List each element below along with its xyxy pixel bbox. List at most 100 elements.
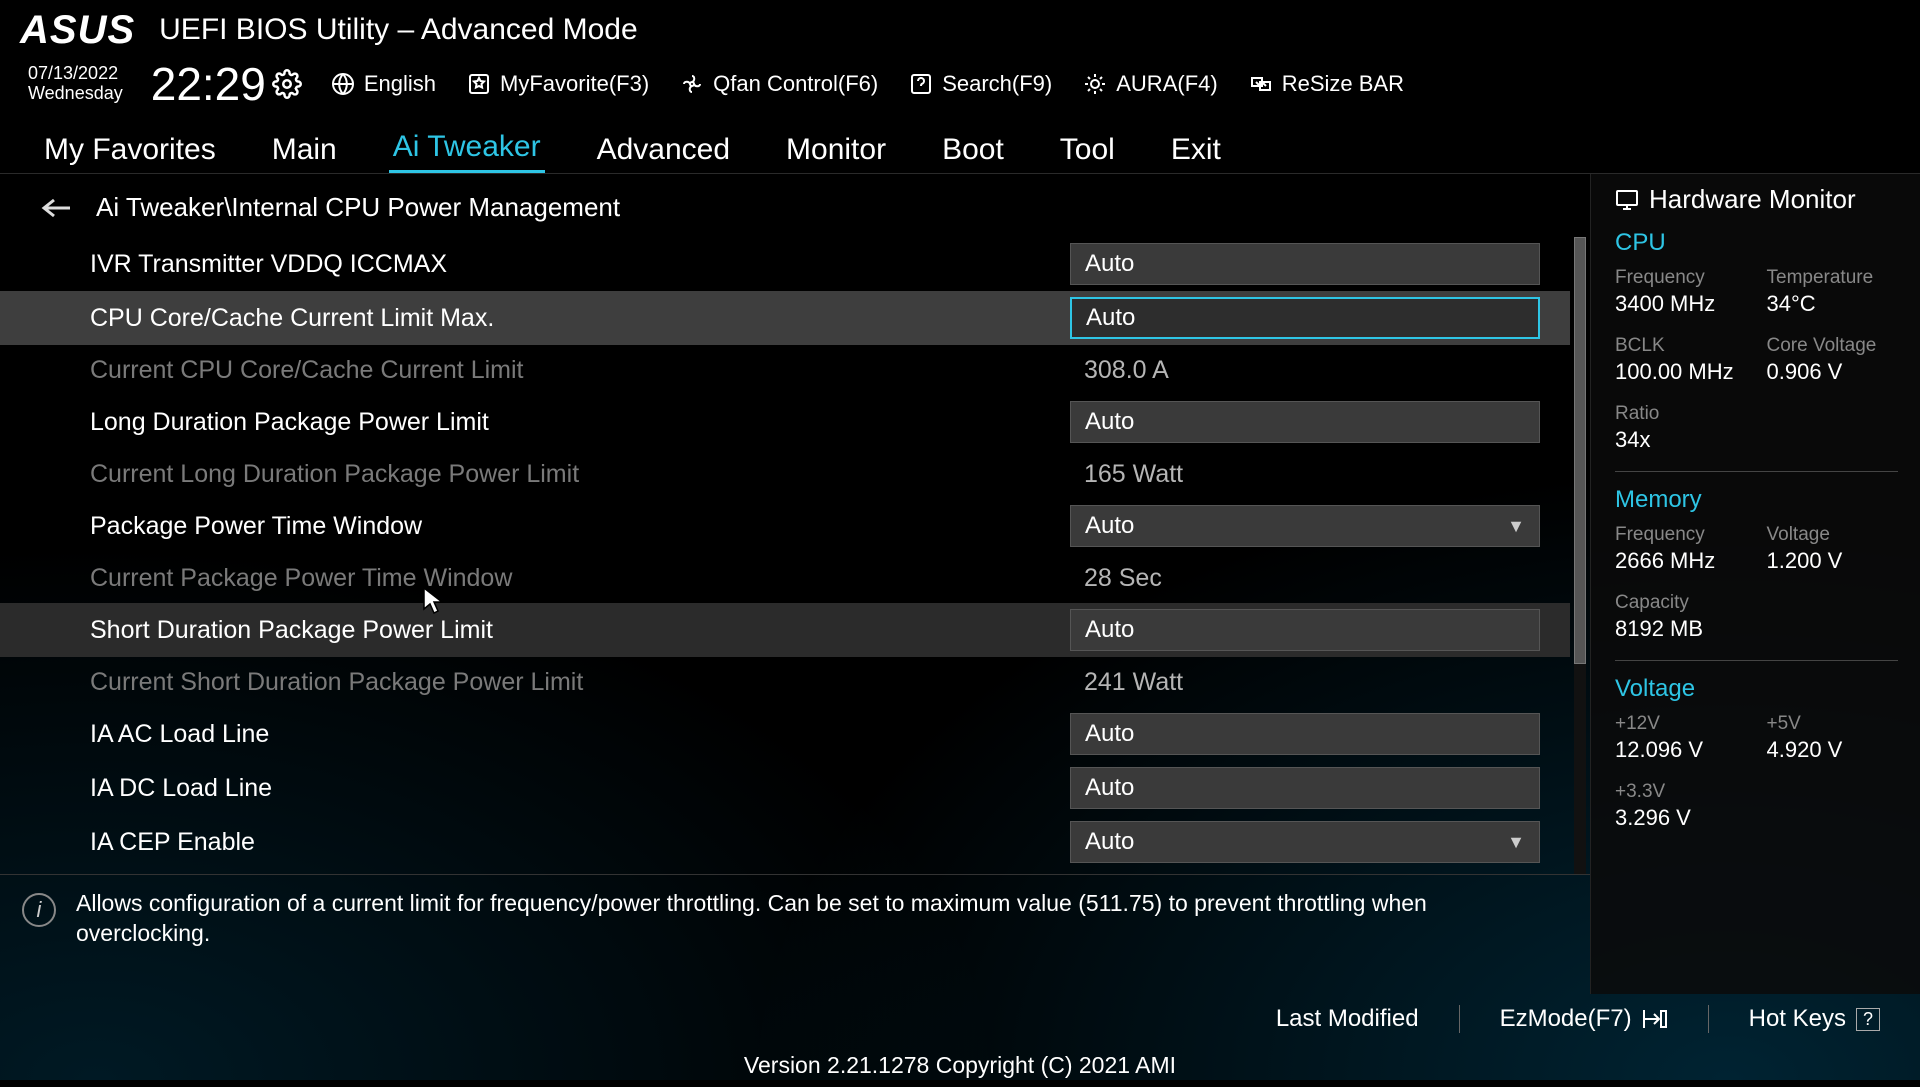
footer-divider xyxy=(1708,1005,1709,1033)
monitor-icon xyxy=(1615,189,1639,211)
header-bar: ASUS UEFI BIOS Utility – Advanced Mode xyxy=(0,0,1920,56)
chevron-down-icon: ▼ xyxy=(1507,832,1525,853)
tab-exit[interactable]: Exit xyxy=(1167,127,1225,173)
setting-row[interactable]: Short Duration Package Power LimitAuto xyxy=(0,603,1570,657)
statusbar-label: English xyxy=(364,71,436,97)
hw-mem-freq-value: 2666 MHz xyxy=(1615,548,1747,574)
tab-my-favorites[interactable]: My Favorites xyxy=(40,127,220,173)
clock-time: 22:29 xyxy=(151,57,266,111)
star-icon xyxy=(466,71,492,97)
hw-cpu-ratio-label: Ratio xyxy=(1615,403,1747,425)
setting-label: Long Duration Package Power Limit xyxy=(90,408,1070,437)
help-panel: i Allows configuration of a current limi… xyxy=(0,874,1590,994)
setting-row: Current Long Duration Package Power Limi… xyxy=(0,449,1570,499)
setting-label: CPU Core/Cache Current Limit Max. xyxy=(90,304,1070,333)
setting-row[interactable]: Package Power Time WindowAuto▼ xyxy=(0,499,1570,553)
setting-label: Current CPU Core/Cache Current Limit xyxy=(90,356,1070,385)
hotkeys-button[interactable]: Hot Keys ? xyxy=(1749,1005,1880,1033)
hw-mem-freq-label: Frequency xyxy=(1615,524,1747,546)
main-tabs: My Favorites Main Ai Tweaker Advanced Monito… xyxy=(0,118,1920,174)
tab-monitor[interactable]: Monitor xyxy=(782,127,890,173)
tab-boot[interactable]: Boot xyxy=(938,127,1008,173)
hw-cpu-freq-value: 3400 MHz xyxy=(1615,291,1747,317)
hw-cpu-bclk-label: BCLK xyxy=(1615,335,1747,357)
hw-cpu-cv-value: 0.906 V xyxy=(1767,359,1899,385)
setting-label: Current Short Duration Package Power Lim… xyxy=(90,668,1070,697)
setting-row: Current CPU Core/Cache Current Limit308.… xyxy=(0,345,1570,395)
setting-label: IA AC Load Line xyxy=(90,720,1070,749)
statusbar-item-aura[interactable]: AURA(F4) xyxy=(1082,71,1217,97)
statusbar-item-fan[interactable]: Qfan Control(F6) xyxy=(679,71,878,97)
setting-row[interactable]: IA DC Load LineAuto xyxy=(0,761,1570,815)
setting-value-input[interactable]: Auto▼ xyxy=(1070,505,1540,547)
gear-icon[interactable] xyxy=(272,69,302,99)
setting-row[interactable]: IVR Transmitter VDDQ ICCMAXAuto xyxy=(0,237,1570,291)
statusbar-label: ReSize BAR xyxy=(1282,71,1404,97)
ezmode-button[interactable]: EzMode(F7) xyxy=(1500,1005,1668,1033)
datetime-block: 07/13/2022 Wednesday xyxy=(28,64,123,104)
resize-icon xyxy=(1248,71,1274,97)
setting-value-input[interactable]: Auto xyxy=(1070,713,1540,755)
hw-cpu-temp-label: Temperature xyxy=(1767,267,1899,289)
setting-value-input[interactable]: Auto xyxy=(1070,243,1540,285)
hw-cpu-freq-label: Frequency xyxy=(1615,267,1747,289)
statusbar-item-globe[interactable]: English xyxy=(330,71,436,97)
footer-bar: Last Modified EzMode(F7) Hot Keys ? xyxy=(0,994,1920,1044)
statusbar-item-resize[interactable]: ReSize BAR xyxy=(1248,71,1404,97)
hw-cpu-bclk-value: 100.00 MHz xyxy=(1615,359,1747,385)
hw-cpu-ratio-value: 34x xyxy=(1615,427,1747,453)
setting-value-readonly: 28 Sec xyxy=(1070,564,1540,593)
statusbar-item-help[interactable]: Search(F9) xyxy=(908,71,1052,97)
setting-row: Current Short Duration Package Power Lim… xyxy=(0,657,1570,707)
day-label: Wednesday xyxy=(28,84,123,104)
app-title: UEFI BIOS Utility – Advanced Mode xyxy=(159,13,638,47)
setting-value-input[interactable]: Auto xyxy=(1070,767,1540,809)
content-pane: Ai Tweaker\Internal CPU Power Management… xyxy=(0,174,1590,994)
hw-mem-volt-value: 1.200 V xyxy=(1767,548,1899,574)
help-text: Allows configuration of a current limit … xyxy=(76,889,1520,949)
setting-row[interactable]: CPU Core/Cache Current Limit Max.Auto xyxy=(0,291,1570,345)
tab-tool[interactable]: Tool xyxy=(1056,127,1119,173)
setting-row[interactable]: IA AC Load LineAuto xyxy=(0,707,1570,761)
hw-v12-label: +12V xyxy=(1615,713,1747,735)
hw-mem-heading: Memory xyxy=(1615,486,1898,514)
statusbar-label: Qfan Control(F6) xyxy=(713,71,878,97)
last-modified-button[interactable]: Last Modified xyxy=(1276,1005,1419,1033)
hw-v12-value: 12.096 V xyxy=(1615,737,1747,763)
setting-label: IA DC Load Line xyxy=(90,774,1070,803)
hw-cpu-heading: CPU xyxy=(1615,229,1898,257)
setting-value-input[interactable]: Auto xyxy=(1070,401,1540,443)
chevron-down-icon: ▼ xyxy=(1507,516,1525,537)
version-text: Version 2.21.1278 Copyright (C) 2021 AMI xyxy=(0,1044,1920,1087)
hw-cpu-cv-label: Core Voltage xyxy=(1767,335,1899,357)
setting-label: Current Package Power Time Window xyxy=(90,564,1070,593)
aura-icon xyxy=(1082,71,1108,97)
tab-ai-tweaker[interactable]: Ai Tweaker xyxy=(389,124,545,173)
back-arrow-icon[interactable] xyxy=(40,196,80,220)
tab-advanced[interactable]: Advanced xyxy=(593,127,734,173)
setting-value-input[interactable]: Auto▼ xyxy=(1070,821,1540,863)
setting-value-input[interactable]: Auto xyxy=(1070,609,1540,651)
setting-value-readonly: 241 Watt xyxy=(1070,668,1540,697)
setting-row[interactable]: Long Duration Package Power LimitAuto xyxy=(0,395,1570,449)
globe-icon xyxy=(330,71,356,97)
info-icon: i xyxy=(22,893,56,927)
setting-row: Current Package Power Time Window28 Sec xyxy=(0,553,1570,603)
hardware-monitor-panel: Hardware Monitor CPU Frequency3400 MHz T… xyxy=(1590,174,1920,994)
hw-mem-cap-label: Capacity xyxy=(1615,592,1747,614)
clock-display[interactable]: 22:29 xyxy=(151,57,302,111)
settings-list: IVR Transmitter VDDQ ICCMAXAutoCPU Core/… xyxy=(0,237,1590,874)
tab-main[interactable]: Main xyxy=(268,127,341,173)
status-bar: 07/13/2022 Wednesday 22:29 English MyFavo… xyxy=(0,56,1920,118)
hw-mem-cap-value: 8192 MB xyxy=(1615,616,1747,642)
hw-volt-heading: Voltage xyxy=(1615,675,1898,703)
setting-row[interactable]: IA CEP EnableAuto▼ xyxy=(0,815,1570,869)
setting-label: IVR Transmitter VDDQ ICCMAX xyxy=(90,250,1070,279)
hw-v5-label: +5V xyxy=(1767,713,1899,735)
date-label: 07/13/2022 xyxy=(28,64,123,84)
setting-value-input[interactable]: Auto xyxy=(1070,297,1540,339)
fan-icon xyxy=(679,71,705,97)
scroll-thumb[interactable] xyxy=(1574,237,1586,664)
scrollbar[interactable] xyxy=(1574,237,1586,874)
statusbar-item-star[interactable]: MyFavorite(F3) xyxy=(466,71,649,97)
